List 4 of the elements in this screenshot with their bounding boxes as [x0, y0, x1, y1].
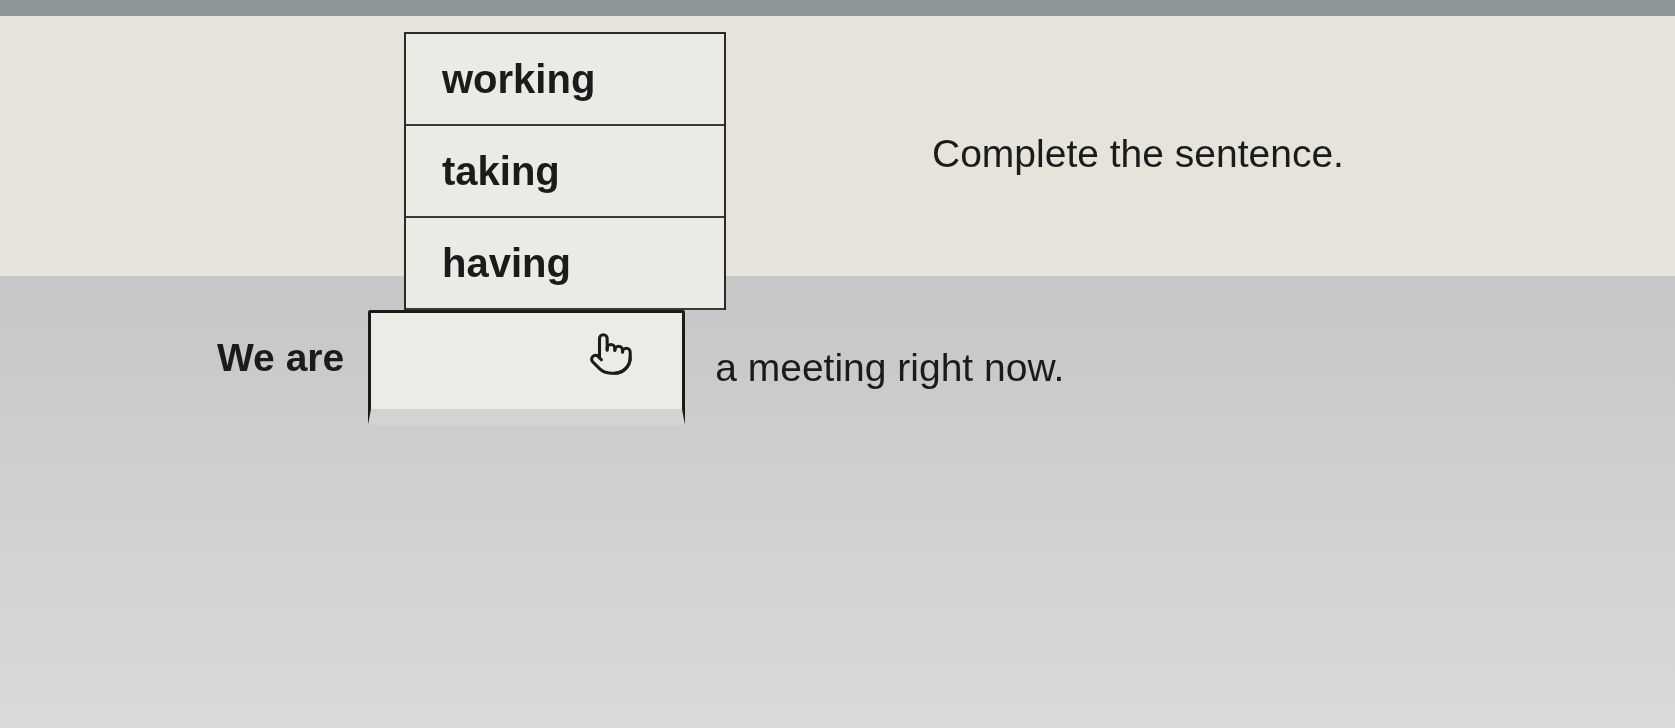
- sentence-text: a meeting right now.: [715, 348, 1065, 387]
- sentence-text: We are: [217, 338, 345, 377]
- answer-dropdown[interactable]: [368, 310, 686, 425]
- instruction-text: Complete the sentence.: [932, 132, 1344, 175]
